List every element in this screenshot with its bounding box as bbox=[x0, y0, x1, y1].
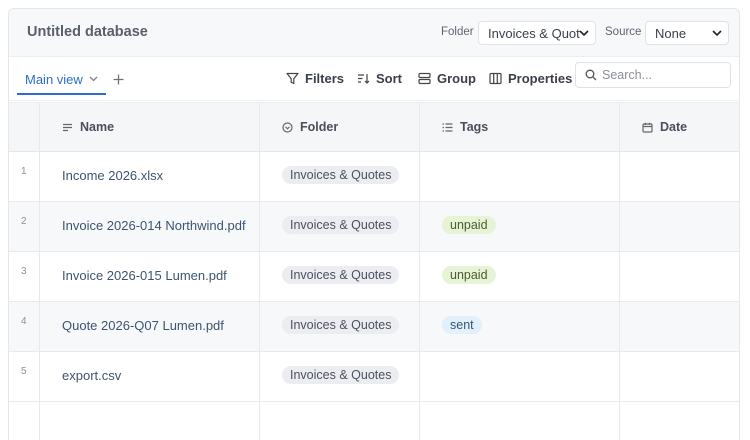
search-icon bbox=[585, 69, 597, 81]
text-lines-icon bbox=[63, 123, 72, 131]
tags-cell[interactable]: sent bbox=[420, 302, 620, 351]
table-row[interactable]: 2 Invoice 2026-014 Northwind.pdf Invoice… bbox=[9, 202, 739, 252]
group-icon bbox=[418, 72, 431, 85]
database-header: Untitled database Folder Invoices & Quot… bbox=[9, 9, 739, 57]
search-input[interactable] bbox=[602, 66, 726, 84]
row-number: 1 bbox=[9, 152, 40, 201]
folder-select[interactable]: Invoices & Quot bbox=[478, 21, 596, 45]
name-cell[interactable]: Invoice 2026-015 Lumen.pdf bbox=[40, 252, 260, 301]
empty-cell bbox=[9, 402, 40, 440]
date-cell[interactable] bbox=[620, 302, 739, 351]
folder-pill: Invoices & Quotes bbox=[282, 316, 400, 334]
sort-button[interactable]: Sort bbox=[357, 71, 402, 86]
row-number: 4 bbox=[9, 302, 40, 351]
column-header-folder-label: Folder bbox=[300, 120, 339, 134]
source-select[interactable]: None bbox=[645, 21, 729, 45]
chevron-down-icon bbox=[89, 76, 98, 82]
column-header-date[interactable]: Date bbox=[620, 103, 739, 151]
column-header-tags-label: Tags bbox=[460, 120, 489, 134]
tags-cell[interactable]: unpaid bbox=[420, 202, 620, 251]
table-row[interactable]: 5 export.csv Invoices & Quotes bbox=[9, 352, 739, 402]
column-header-date-label: Date bbox=[660, 120, 688, 134]
sort-icon bbox=[358, 74, 370, 84]
chevron-down-icon bbox=[579, 30, 589, 37]
column-header-tags[interactable]: Tags bbox=[420, 103, 620, 151]
folder-cell[interactable]: Invoices & Quotes bbox=[260, 202, 420, 251]
tag-pill-sent: sent bbox=[442, 316, 482, 334]
row-number: 3 bbox=[9, 252, 40, 301]
source-select-value: None bbox=[655, 26, 687, 41]
empty-cell bbox=[620, 402, 739, 440]
folder-cell[interactable]: Invoices & Quotes bbox=[260, 152, 420, 201]
date-cell[interactable] bbox=[620, 152, 739, 201]
folder-cell[interactable]: Invoices & Quotes bbox=[260, 302, 420, 351]
date-cell[interactable] bbox=[620, 352, 739, 401]
empty-row[interactable] bbox=[9, 402, 739, 440]
folder-pill: Invoices & Quotes bbox=[282, 366, 400, 384]
calendar-icon bbox=[642, 122, 653, 133]
filters-button[interactable]: Filters bbox=[286, 71, 344, 86]
filters-label: Filters bbox=[305, 71, 345, 86]
database-title[interactable]: Untitled database bbox=[27, 24, 148, 40]
folder-cell[interactable]: Invoices & Quotes bbox=[260, 252, 420, 301]
empty-cell bbox=[40, 402, 260, 440]
select-circle-icon bbox=[282, 121, 293, 133]
add-view-icon[interactable] bbox=[113, 74, 124, 85]
properties-label: Properties bbox=[508, 71, 573, 86]
tag-pill-unpaid: unpaid bbox=[442, 216, 496, 234]
filter-icon bbox=[286, 72, 299, 85]
database-panel: Untitled database Folder Invoices & Quot… bbox=[8, 8, 740, 440]
search-box[interactable] bbox=[575, 62, 731, 88]
folder-cell[interactable]: Invoices & Quotes bbox=[260, 352, 420, 401]
folder-select-value: Invoices & Quot bbox=[488, 26, 580, 41]
group-label: Group bbox=[437, 71, 476, 86]
columns-icon bbox=[489, 72, 502, 85]
row-number: 5 bbox=[9, 352, 40, 401]
empty-cell bbox=[420, 402, 620, 440]
column-header-folder[interactable]: Folder bbox=[260, 103, 420, 151]
list-icon bbox=[442, 122, 453, 132]
tab-main-view-label: Main view bbox=[25, 71, 83, 87]
empty-cell bbox=[260, 402, 420, 440]
tags-cell[interactable] bbox=[420, 152, 620, 201]
row-number: 2 bbox=[9, 202, 40, 251]
table-row[interactable]: 1 Income 2026.xlsx Invoices & Quotes bbox=[9, 152, 739, 202]
name-cell[interactable]: Quote 2026-Q07 Lumen.pdf bbox=[40, 302, 260, 351]
folder-pill: Invoices & Quotes bbox=[282, 216, 400, 234]
chevron-down-icon bbox=[712, 30, 722, 37]
name-cell[interactable]: Income 2026.xlsx bbox=[40, 152, 260, 201]
name-cell[interactable]: Invoice 2026-014 Northwind.pdf bbox=[40, 202, 260, 251]
group-button[interactable]: Group bbox=[418, 71, 476, 86]
date-cell[interactable] bbox=[620, 202, 739, 251]
tag-pill-unpaid: unpaid bbox=[442, 266, 496, 284]
tags-cell[interactable] bbox=[420, 352, 620, 401]
folder-pill: Invoices & Quotes bbox=[282, 166, 400, 184]
view-toolbar: Main view Filters Sort Group Properties bbox=[9, 57, 739, 101]
table-row[interactable]: 4 Quote 2026-Q07 Lumen.pdf Invoices & Qu… bbox=[9, 302, 739, 352]
date-cell[interactable] bbox=[620, 252, 739, 301]
row-number-header bbox=[9, 103, 40, 151]
tab-main-view[interactable]: Main view bbox=[17, 65, 106, 95]
folder-label: Folder bbox=[441, 26, 474, 38]
column-header-name-label: Name bbox=[80, 120, 115, 134]
table-header-row: Name Folder Tags Date bbox=[9, 102, 739, 152]
table-row[interactable]: 3 Invoice 2026-015 Lumen.pdf Invoices & … bbox=[9, 252, 739, 302]
source-label: Source bbox=[605, 26, 642, 38]
column-header-name[interactable]: Name bbox=[40, 103, 260, 151]
folder-pill: Invoices & Quotes bbox=[282, 266, 400, 284]
tags-cell[interactable]: unpaid bbox=[420, 252, 620, 301]
name-cell[interactable]: export.csv bbox=[40, 352, 260, 401]
properties-button[interactable]: Properties bbox=[489, 71, 572, 86]
sort-label: Sort bbox=[376, 71, 402, 86]
